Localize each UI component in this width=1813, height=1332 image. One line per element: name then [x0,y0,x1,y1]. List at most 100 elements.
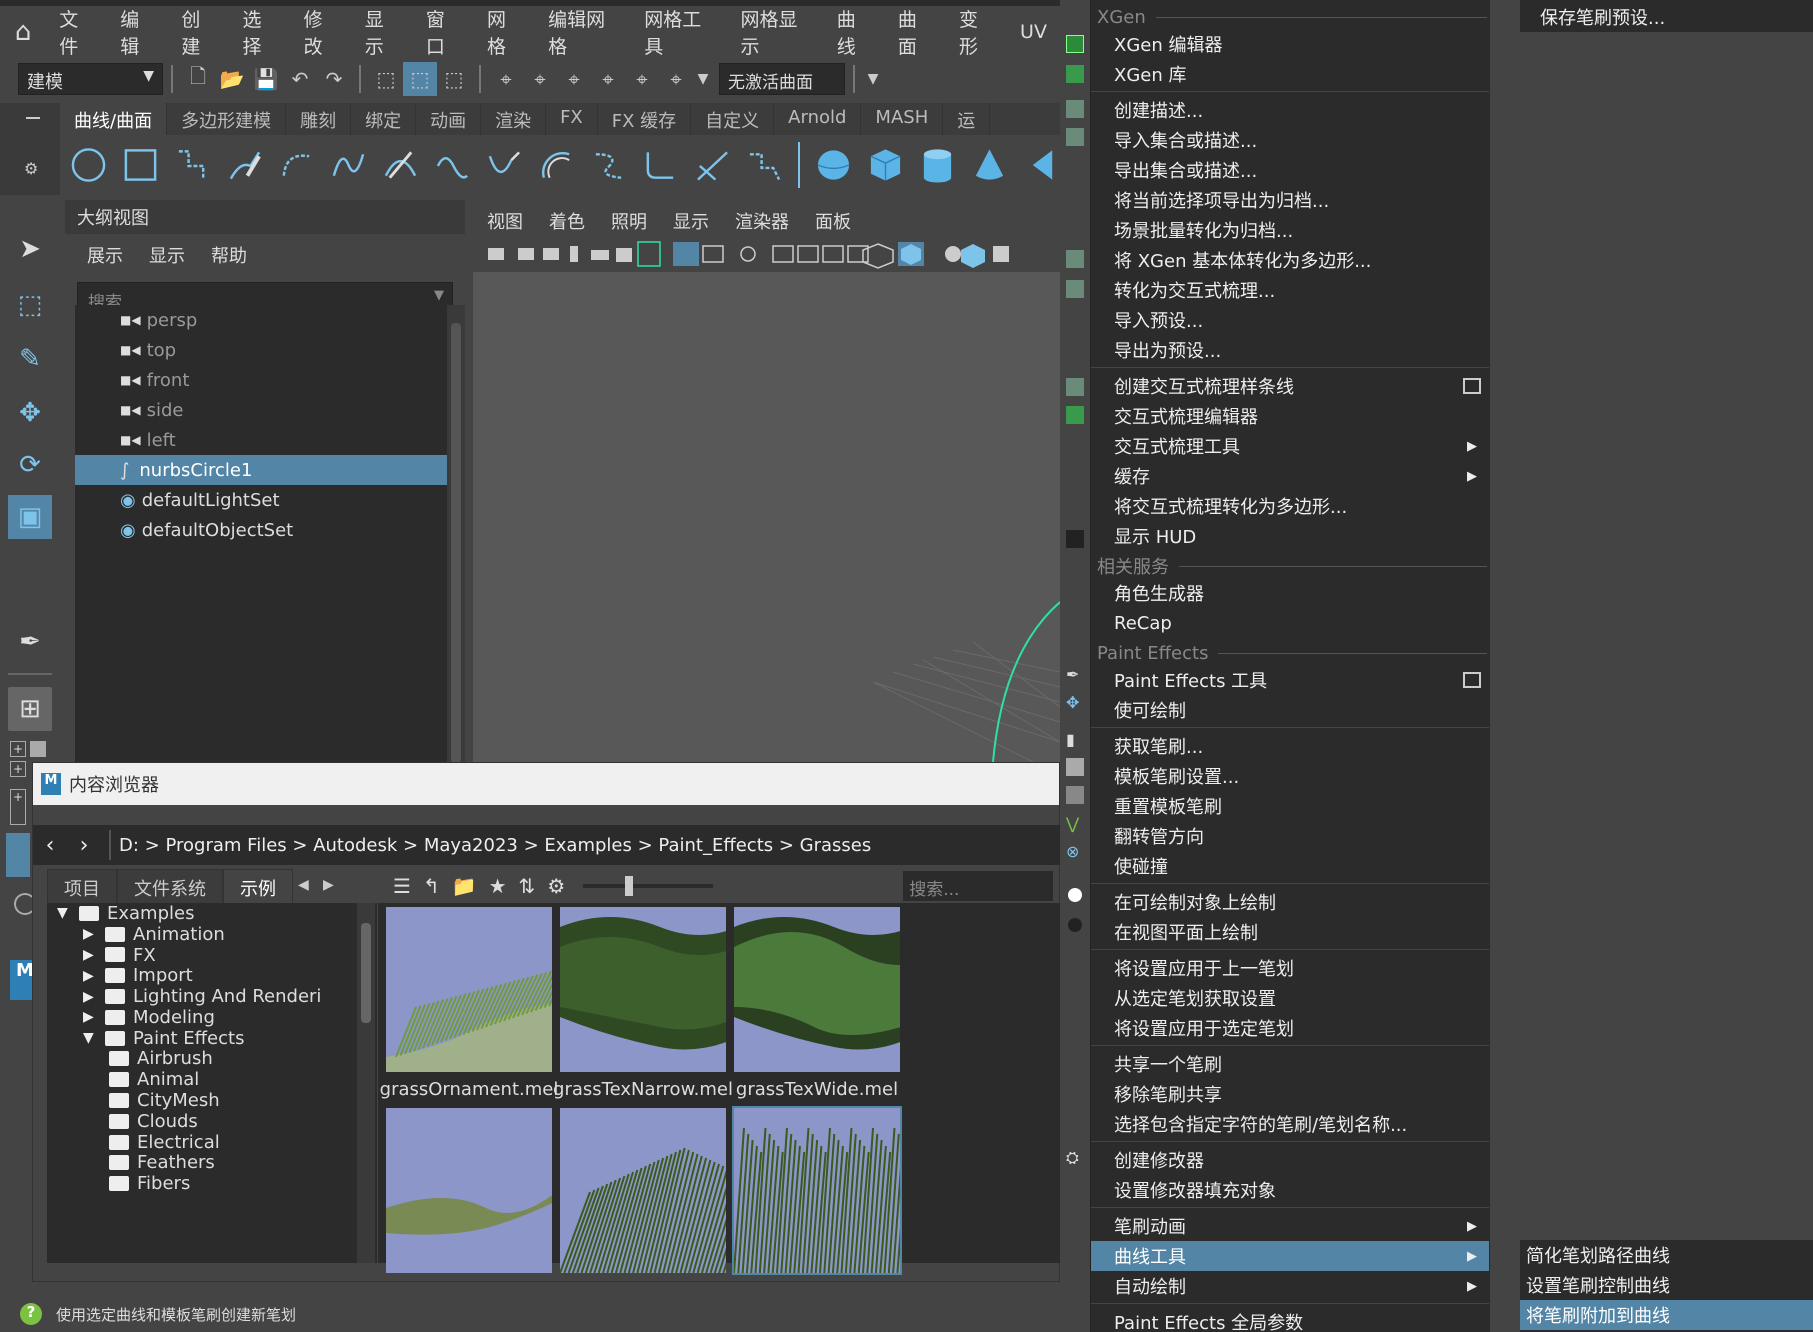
cv-curve-icon[interactable] [174,146,211,184]
tree-node[interactable]: ▶ Modeling [47,1007,377,1028]
snap-curve-icon[interactable]: ⌖ [523,62,557,96]
menu-item[interactable]: 交互式梳理工具 ▶ [1091,431,1489,461]
content-browser-tab[interactable]: 示例 [223,869,293,907]
shelf-tab[interactable]: 自定义 [691,103,775,135]
menu-item[interactable]: 曲线工具 ▶ [1091,1241,1489,1271]
outliner-item[interactable]: ■◀ left [75,425,447,455]
tree-node[interactable]: ▶ Animation [47,924,377,945]
submenu-item[interactable]: 简化笔划路径曲线 [1520,1240,1813,1270]
shelf-tab[interactable]: FX 缓存 [598,103,692,135]
nurbs-cylinder-icon[interactable] [919,146,956,184]
breadcrumb-item[interactable]: Autodesk [313,835,397,856]
menu-item[interactable]: 导入集合或描述... [1091,125,1489,155]
thumbnail[interactable] [560,1108,726,1273]
menubar-item[interactable]: 网格工具 [631,5,727,59]
tree-node[interactable]: Fibers [47,1173,377,1194]
pencil-curve-icon[interactable] [226,146,263,184]
outliner-item[interactable]: ∫ nurbsCircle1 [75,455,447,485]
project-curve-icon[interactable] [746,146,783,184]
menu-item[interactable]: 设置修改器填充对象 [1091,1175,1489,1205]
shelf-tab[interactable]: FX [546,103,598,135]
menubar-item[interactable]: 曲线 [824,5,885,59]
snap-point-icon[interactable]: ⌖ [557,62,591,96]
menu-item[interactable]: 使碰撞 [1091,851,1489,881]
menu-item[interactable]: 显示 HUD [1091,521,1489,551]
collapsed-arrow-icon[interactable]: ▶ [83,989,105,1005]
select-hierarchy-icon[interactable]: ⬚ [369,62,403,96]
viewport-menu-item[interactable]: 渲染器 [735,208,789,233]
collapsed-arrow-icon[interactable]: ▶ [83,1009,105,1025]
outliner-menu-item[interactable]: 展示 [87,242,123,268]
snap-view-icon[interactable]: ⌖ [591,62,625,96]
rotate-tool-icon[interactable]: ⟳ [8,443,52,487]
menu-item[interactable]: 转化为交互式梳理... [1091,275,1489,305]
outliner-layout-icon[interactable] [6,833,30,877]
offset-curve-icon[interactable] [538,146,575,184]
menu-item[interactable]: XGen 编辑器 [1091,29,1489,59]
breadcrumb-item[interactable]: D: [119,835,139,856]
outliner-item[interactable]: ◉ defaultObjectSet [75,515,447,545]
select-tool-icon[interactable]: ➤ [8,227,52,271]
mode-selector[interactable]: 建模 ▼ [18,63,163,95]
menu-item[interactable]: Paint Effects 全局参数 [1091,1307,1489,1332]
outliner-menu-item[interactable]: 帮助 [211,242,247,268]
select-object-icon[interactable]: ⬚ [403,62,437,96]
tree-node[interactable]: Feathers [47,1152,377,1173]
home-icon[interactable]: ⌂ [0,17,46,47]
collapsed-arrow-icon[interactable]: ▶ [83,926,105,942]
menu-item[interactable]: 选择包含指定字符的笔刷/笔划名称... [1091,1109,1489,1139]
nurbs-square-icon[interactable] [122,146,159,184]
shelf-tab[interactable]: 绑定 [351,103,417,135]
content-search-field[interactable]: 搜索... [903,871,1054,901]
open-scene-icon[interactable]: 📂 [215,62,249,96]
snap-surface-icon[interactable]: ⌖ [625,62,659,96]
scrollbar-thumb[interactable] [451,323,461,763]
forward-icon[interactable]: › [67,833,101,858]
thumbnail[interactable] [386,907,552,1072]
fillet-curve-icon[interactable] [642,146,679,184]
content-browser-tab[interactable]: 文件系统 [117,869,223,907]
new-scene-icon[interactable]: 🗋 [181,62,215,96]
menu-item[interactable]: 笔刷动画 ▶ [1091,1211,1489,1241]
menu-item[interactable]: 共享一个笔刷 [1091,1049,1489,1079]
tab-scroll-left-icon[interactable]: ◀ [298,877,309,893]
menu-item[interactable]: 将当前选择项导出为归档... [1091,185,1489,215]
favorite-star-icon[interactable]: ★ [489,874,507,898]
shelf-tab[interactable]: 多边形建模 [167,103,287,135]
snap-grid-icon[interactable]: ⌖ [489,62,523,96]
nurbs-plane-icon[interactable] [1023,146,1060,184]
tree-node[interactable]: Airbrush [47,1048,377,1069]
breadcrumb-item[interactable]: Examples [544,835,631,856]
shelf-menu-icon[interactable] [26,117,40,119]
menubar-item[interactable]: 变形 [946,5,1007,59]
shelf-tab[interactable]: 动画 [416,103,482,135]
menubar-item[interactable]: 曲面 [885,5,946,59]
shelf-tab[interactable]: Arnold [774,103,862,135]
thumbnail[interactable] [734,907,900,1072]
menu-item[interactable]: 缓存 ▶ [1091,461,1489,491]
menu-item[interactable]: ReCap [1091,608,1489,638]
single-view-layout-icon[interactable]: ⊞ [8,687,52,731]
menu-item[interactable]: 将设置应用于上一笔划 [1091,953,1489,983]
sort-icon[interactable]: ⇅ [519,874,536,898]
lasso-tool-icon[interactable]: ⬚ [8,283,52,327]
slider-handle[interactable] [625,876,634,896]
bezier-curve-icon[interactable] [330,146,367,184]
menubar-item[interactable]: 修改 [291,5,352,59]
menubar-item[interactable]: 网格 [474,5,535,59]
tree-node[interactable]: ▼ Examples [47,903,377,924]
outliner-item[interactable]: ■◀ side [75,395,447,425]
layout-vertical-icon[interactable]: + [10,789,26,825]
tree-node[interactable]: CityMesh [47,1090,377,1111]
shelf-tab[interactable]: 渲染 [481,103,547,135]
rebuild-curve-icon[interactable] [590,146,627,184]
move-tool-icon[interactable]: ✥ [8,391,52,435]
outliner-scrollbar[interactable] [447,305,465,763]
outliner-item[interactable]: ■◀ top [75,335,447,365]
menu-item[interactable]: 重置模板笔刷 [1091,791,1489,821]
tree-node[interactable]: Animal [47,1069,377,1090]
menu-item[interactable]: 自动绘制 ▶ [1091,1271,1489,1301]
tree-node[interactable]: Electrical [47,1132,377,1153]
cut-curve-icon[interactable] [382,146,419,184]
menu-item[interactable]: 将交互式梳理转化为多边形... [1091,491,1489,521]
